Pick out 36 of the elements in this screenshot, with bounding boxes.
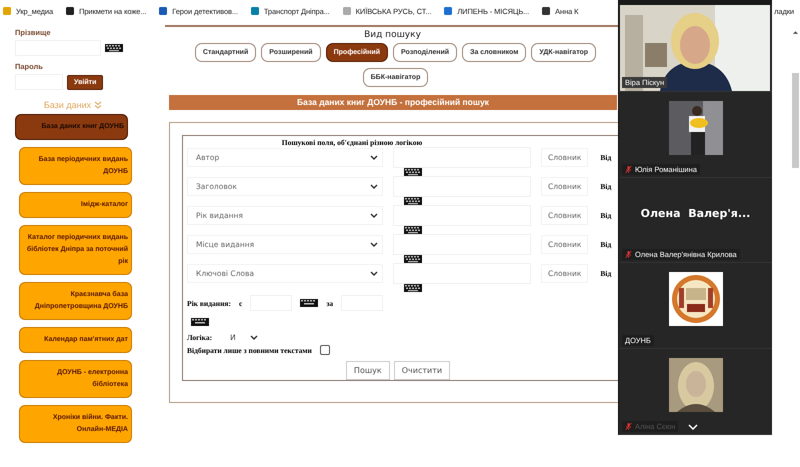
bookmark-icon — [158, 6, 168, 16]
search-field[interactable] — [393, 234, 531, 255]
bookmark-icon — [443, 6, 454, 16]
chevron-down-icon — [370, 155, 378, 160]
bookmark-icon — [541, 6, 552, 16]
search-field[interactable] — [393, 205, 531, 226]
chevron-down-icon — [370, 213, 378, 218]
search-field[interactable] — [393, 176, 531, 197]
keyboard-icon[interactable] — [404, 197, 422, 205]
scroll-up-icon[interactable] — [792, 30, 799, 35]
keyboard-icon[interactable] — [404, 226, 422, 234]
keyboard-icon[interactable] — [404, 284, 422, 292]
fulltext-checkbox[interactable] — [320, 345, 330, 355]
keyboard-icon[interactable] — [404, 255, 422, 263]
clear-button[interactable]: Очистити — [394, 361, 450, 380]
search-field[interactable] — [393, 263, 531, 284]
bookmark-icon — [342, 6, 352, 16]
participant-display-name: Олена Валер'я... — [640, 207, 750, 220]
search-type-heading: Вид пошуку — [363, 30, 422, 40]
muted-mic-icon — [625, 422, 632, 431]
search-button[interactable]: Пошук — [346, 361, 390, 380]
chevron-down-icon — [250, 335, 258, 340]
bookmark-icon — [65, 6, 76, 16]
search-field[interactable] — [393, 147, 531, 168]
keyboard-icon[interactable] — [105, 44, 123, 52]
keyboard-icon[interactable] — [191, 318, 209, 326]
bookmark-icon — [250, 6, 260, 16]
bookmark-icon — [2, 6, 12, 16]
muted-mic-icon — [625, 250, 632, 260]
chevron-down-icon — [370, 242, 378, 247]
muted-mic-icon — [625, 164, 632, 174]
title-bar: База даних книг ДОУНБ - професійний пошук — [169, 95, 617, 110]
chevron-down-icon — [370, 271, 378, 276]
keyboard-icon[interactable] — [300, 299, 318, 307]
keyboard-icon[interactable] — [404, 168, 422, 176]
chevron-down-icon — [370, 184, 378, 189]
